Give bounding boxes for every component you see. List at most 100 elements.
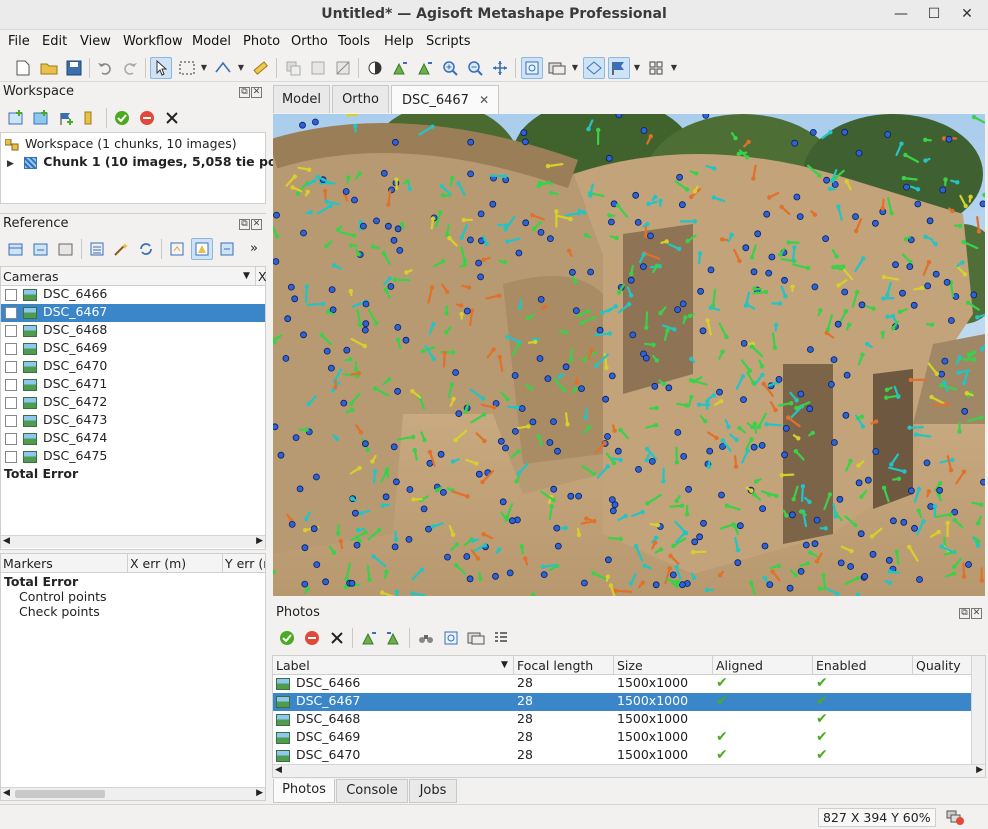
- menu-model[interactable]: Model: [192, 34, 231, 49]
- menu-view[interactable]: View: [80, 34, 111, 49]
- view-photos-icon[interactable]: [465, 627, 487, 649]
- close-tab-icon[interactable]: ✕: [479, 93, 489, 107]
- cameras-x-column-header[interactable]: X: [258, 269, 267, 284]
- scroll-right-icon[interactable]: ▶: [256, 788, 263, 798]
- rotate-photo-left-icon[interactable]: [358, 627, 380, 649]
- cameras-horizontal-scrollbar[interactable]: ◀ ▶: [1, 535, 265, 548]
- camera-checkbox[interactable]: [5, 450, 17, 463]
- enabled-check-icon[interactable]: ✔: [816, 747, 828, 763]
- sort-arrow-icon[interactable]: ▼: [243, 271, 250, 281]
- ruler-tool-icon[interactable]: [212, 57, 234, 79]
- camera-row[interactable]: DSC_6467: [1, 304, 265, 322]
- photos-horizontal-scrollbar[interactable]: ◀ ▶: [273, 764, 985, 777]
- photo-row[interactable]: DSC_6469 28 1500x1000 ✔ ✔: [273, 729, 971, 747]
- view-errors-icon[interactable]: [191, 238, 213, 260]
- view-mode-icon[interactable]: [546, 57, 568, 79]
- menu-tools[interactable]: Tools: [338, 34, 370, 49]
- minimize-button[interactable]: —: [890, 4, 912, 24]
- focal-column-header[interactable]: Focal length: [517, 658, 593, 673]
- expand-arrow-icon[interactable]: ▶: [7, 159, 14, 169]
- camera-checkbox[interactable]: [5, 378, 17, 391]
- rectangle-selection-icon[interactable]: [176, 57, 198, 79]
- enable-check-icon[interactable]: [111, 107, 133, 129]
- pan-icon[interactable]: [489, 57, 511, 79]
- panel-splitter[interactable]: [0, 204, 266, 214]
- disable-icon[interactable]: [136, 107, 158, 129]
- menu-edit[interactable]: Edit: [42, 34, 67, 49]
- camera-checkbox[interactable]: [5, 306, 17, 319]
- tab-photo-dsc6467[interactable]: DSC_6467 ✕: [391, 85, 499, 114]
- menu-help[interactable]: Help: [384, 34, 414, 49]
- camera-checkbox[interactable]: [5, 324, 17, 337]
- grid-view-icon[interactable]: [645, 57, 667, 79]
- maximize-button[interactable]: ☐: [923, 4, 945, 24]
- add-chunk-icon[interactable]: [5, 107, 27, 129]
- shading-icon[interactable]: [364, 57, 386, 79]
- menu-photo[interactable]: Photo: [243, 34, 280, 49]
- add-photos-icon[interactable]: [30, 107, 52, 129]
- add-shape-icon[interactable]: [80, 107, 102, 129]
- camera-row[interactable]: DSC_6472: [1, 394, 265, 412]
- tab-jobs[interactable]: Jobs: [409, 779, 457, 803]
- enabled-column-header[interactable]: Enabled: [816, 658, 867, 673]
- workspace-panel-controls[interactable]: ⧉ ✕: [238, 86, 262, 98]
- quality-column-header[interactable]: Quality: [916, 658, 961, 673]
- photo-image[interactable]: [273, 114, 985, 596]
- markers-horizontal-scrollbar[interactable]: ◀ ▶: [1, 787, 265, 800]
- photo-viewport[interactable]: [273, 114, 985, 596]
- camera-row[interactable]: DSC_6469: [1, 340, 265, 358]
- tab-ortho[interactable]: Ortho: [332, 85, 389, 113]
- disable-photo-icon[interactable]: [301, 627, 323, 649]
- photos-panel-controls[interactable]: ⧉ ✕: [958, 607, 982, 619]
- remove-photo-icon[interactable]: [326, 627, 348, 649]
- optimize-wand-icon[interactable]: [110, 238, 132, 260]
- camera-row[interactable]: DSC_6471: [1, 376, 265, 394]
- copy-icon[interactable]: [282, 57, 304, 79]
- markers-yerr-header[interactable]: Y err (m): [225, 556, 265, 571]
- zoom-out-icon[interactable]: [464, 57, 486, 79]
- enable-photo-icon[interactable]: [276, 627, 298, 649]
- menu-scripts[interactable]: Scripts: [426, 34, 470, 49]
- camera-row[interactable]: DSC_6466: [1, 286, 265, 304]
- menu-workflow[interactable]: Workflow: [123, 34, 183, 49]
- clear-reference-icon[interactable]: [55, 238, 77, 260]
- workspace-root-item[interactable]: Workspace (1 chunks, 10 images): [1, 136, 265, 154]
- size-column-header[interactable]: Size: [617, 658, 643, 673]
- measure-ruler-icon[interactable]: [249, 57, 271, 79]
- scroll-right-icon[interactable]: ▶: [976, 765, 983, 775]
- save-icon[interactable]: [63, 57, 85, 79]
- markers-column-header[interactable]: Markers: [3, 556, 53, 571]
- convert-icon[interactable]: [86, 238, 108, 260]
- aligned-column-header[interactable]: Aligned: [716, 658, 763, 673]
- export-reference-icon[interactable]: [30, 238, 52, 260]
- check-points-item[interactable]: Check points: [1, 604, 265, 622]
- camera-row[interactable]: DSC_6475: [1, 448, 265, 466]
- reset-filter-icon[interactable]: [440, 627, 462, 649]
- camera-row[interactable]: DSC_6468: [1, 322, 265, 340]
- reset-view-icon[interactable]: [521, 57, 543, 79]
- import-reference-icon[interactable]: [5, 238, 27, 260]
- undo-icon[interactable]: [94, 57, 116, 79]
- camera-row[interactable]: DSC_6473: [1, 412, 265, 430]
- view-mode-dropdown-icon[interactable]: ▼: [570, 57, 580, 79]
- new-document-icon[interactable]: [12, 57, 34, 79]
- enabled-check-icon[interactable]: ✔: [816, 693, 828, 709]
- camera-checkbox[interactable]: [5, 360, 17, 373]
- camera-row[interactable]: DSC_6470: [1, 358, 265, 376]
- cameras-column-header[interactable]: Cameras: [3, 269, 59, 284]
- navigation-cursor-icon[interactable]: [150, 57, 172, 79]
- selection-dropdown-icon[interactable]: ▼: [199, 57, 209, 79]
- update-icon[interactable]: [135, 238, 157, 260]
- chunk-item[interactable]: ▶ Chunk 1 (10 images, 5,058 tie points): [1, 154, 309, 172]
- markers-xerr-header[interactable]: X err (m): [130, 556, 186, 571]
- photo-row[interactable]: DSC_6470 28 1500x1000 ✔ ✔: [273, 747, 971, 765]
- filter-binoculars-icon[interactable]: [415, 627, 437, 649]
- menu-file[interactable]: File: [8, 34, 30, 49]
- rotate-right-icon[interactable]: [414, 57, 436, 79]
- rotate-left-icon[interactable]: [389, 57, 411, 79]
- close-window-button[interactable]: ✕: [956, 4, 978, 24]
- redo-icon[interactable]: [119, 57, 141, 79]
- details-list-icon[interactable]: [490, 627, 512, 649]
- enabled-check-icon[interactable]: ✔: [816, 729, 828, 745]
- camera-row[interactable]: DSC_6474: [1, 430, 265, 448]
